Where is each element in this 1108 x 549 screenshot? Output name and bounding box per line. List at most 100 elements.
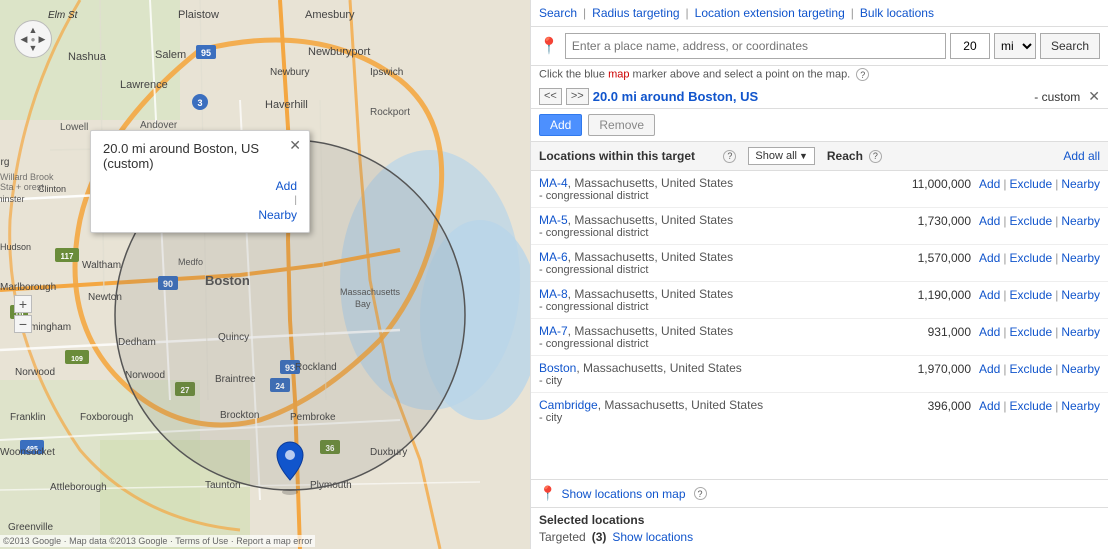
location-sub-2: - congressional district (539, 264, 899, 276)
map-nav-control[interactable]: ▲ ◀ ● ▶ ▼ (14, 20, 52, 58)
map-container[interactable]: 95 90 93 3 117 27 24 495 16 109 36 Elm S… (0, 0, 530, 549)
remove-location-button[interactable]: Remove (588, 114, 655, 136)
result-bar: << >> 20.0 mi around Boston, US - custom… (531, 85, 1108, 109)
zoom-out-button[interactable]: − (14, 315, 32, 333)
location-name-link-0[interactable]: MA-4 (539, 176, 568, 190)
svg-text:Nashua: Nashua (68, 51, 107, 63)
location-action-nearby-3[interactable]: Nearby (1061, 288, 1100, 302)
location-name-link-1[interactable]: MA-5 (539, 213, 568, 227)
popup-title: 20.0 mi around Boston, US (custom) (103, 141, 281, 171)
location-row-3: MA-8, Massachusetts, United States- cong… (531, 282, 1108, 319)
reach-help-icon[interactable]: ? (869, 150, 882, 163)
location-action-add-2[interactable]: Add (979, 251, 1000, 265)
location-sub-4: - congressional district (539, 338, 899, 350)
location-name-link-2[interactable]: MA-6 (539, 250, 568, 264)
show-locations-small-link[interactable]: Show locations (612, 530, 693, 544)
location-action-add-3[interactable]: Add (979, 288, 1000, 302)
location-name-rest-1: , Massachusetts, United States (568, 213, 733, 227)
location-sub-0: - congressional district (539, 190, 899, 202)
location-row-0: MA-4, Massachusetts, United States- cong… (531, 171, 1108, 208)
popup-close-button[interactable]: ✕ (289, 137, 301, 154)
location-search-input[interactable] (565, 33, 946, 59)
location-name-link-4[interactable]: MA-7 (539, 324, 568, 338)
tab-radius-targeting[interactable]: Radius targeting (592, 6, 679, 20)
location-action-exclude-1[interactable]: Exclude (1009, 214, 1052, 228)
svg-text:109: 109 (71, 356, 83, 363)
svg-text:Woonsocket: Woonsocket (0, 447, 55, 458)
location-info-1: MA-5, Massachusetts, United States- cong… (539, 213, 899, 239)
location-reach-6: 396,000 (899, 398, 979, 413)
location-action-exclude-4[interactable]: Exclude (1009, 325, 1052, 339)
location-actions-2: Add|Exclude|Nearby (979, 250, 1100, 265)
location-action-add-6[interactable]: Add (979, 399, 1000, 413)
unit-select[interactable]: mi km (994, 33, 1036, 59)
location-action-nearby-0[interactable]: Nearby (1061, 177, 1100, 191)
tab-bulk-locations[interactable]: Bulk locations (860, 6, 934, 20)
show-locations-on-map-link[interactable]: Show locations on map (561, 487, 685, 501)
result-title: 20.0 mi around Boston, US (593, 89, 1031, 104)
svg-text:Lowell: Lowell (60, 122, 88, 133)
map-pin-icon: 📍 (539, 36, 559, 56)
location-sub-3: - congressional district (539, 301, 899, 313)
svg-text:Waltham: Waltham (82, 260, 121, 271)
location-action-nearby-6[interactable]: Nearby (1061, 399, 1100, 413)
popup-nearby-link[interactable]: Nearby (258, 208, 297, 222)
location-reach-1: 1,730,000 (899, 213, 979, 228)
locations-list: MA-4, Massachusetts, United States- cong… (531, 171, 1108, 480)
location-action-exclude-0[interactable]: Exclude (1009, 177, 1052, 191)
location-name-link-5[interactable]: Boston (539, 361, 576, 375)
location-sub-1: - congressional district (539, 227, 899, 239)
locations-help-icon[interactable]: ? (723, 150, 736, 163)
search-button[interactable]: Search (1040, 33, 1100, 59)
location-action-add-4[interactable]: Add (979, 325, 1000, 339)
location-name-link-6[interactable]: Cambridge (539, 398, 598, 412)
location-action-nearby-1[interactable]: Nearby (1061, 214, 1100, 228)
zoom-in-button[interactable]: + (14, 295, 32, 313)
svg-text:Attleborough: Attleborough (50, 482, 107, 493)
location-action-exclude-2[interactable]: Exclude (1009, 251, 1052, 265)
location-name-link-3[interactable]: MA-8 (539, 287, 568, 301)
tab-search[interactable]: Search (539, 6, 577, 20)
location-reach-4: 931,000 (899, 324, 979, 339)
svg-text:Newbury: Newbury (270, 67, 309, 78)
map-copyright: ©2013 Google · Map data ©2013 Google · T… (0, 535, 315, 547)
location-actions-4: Add|Exclude|Nearby (979, 324, 1100, 339)
location-action-add-5[interactable]: Add (979, 362, 1000, 376)
svg-text:95: 95 (201, 48, 211, 58)
show-all-button[interactable]: Show all ▼ (748, 147, 815, 165)
svg-text:Rockport: Rockport (370, 107, 410, 118)
targeted-count: (3) (592, 530, 607, 544)
popup-separator: | (294, 195, 297, 206)
svg-text:Amesbury: Amesbury (305, 9, 355, 21)
location-row-2: MA-6, Massachusetts, United States- cong… (531, 245, 1108, 282)
location-actions-6: Add|Exclude|Nearby (979, 398, 1100, 413)
svg-text:urg: urg (0, 157, 9, 168)
locations-header-title: Locations within this target (539, 149, 720, 163)
radius-input[interactable] (950, 33, 990, 59)
location-action-add-1[interactable]: Add (979, 214, 1000, 228)
location-row-5: Boston, Massachusetts, United States- ci… (531, 356, 1108, 393)
location-info-0: MA-4, Massachusetts, United States- cong… (539, 176, 899, 202)
location-action-exclude-5[interactable]: Exclude (1009, 362, 1052, 376)
popup-add-link[interactable]: Add (276, 179, 297, 193)
location-action-add-0[interactable]: Add (979, 177, 1000, 191)
add-location-button[interactable]: Add (539, 114, 582, 136)
reach-header-label: Reach (827, 149, 863, 163)
add-all-link[interactable]: Add all (1063, 149, 1100, 163)
location-row-6: Cambridge, Massachusetts, United States-… (531, 393, 1108, 429)
tab-location-extension[interactable]: Location extension targeting (695, 6, 845, 20)
location-action-nearby-2[interactable]: Nearby (1061, 251, 1100, 265)
hint-help-icon[interactable]: ? (856, 68, 869, 81)
svg-text:Sta + orest: Sta + orest (0, 182, 44, 192)
location-action-nearby-5[interactable]: Nearby (1061, 362, 1100, 376)
show-locations-help-icon[interactable]: ? (694, 487, 707, 500)
result-prev-button[interactable]: << (539, 88, 562, 105)
location-info-2: MA-6, Massachusetts, United States- cong… (539, 250, 899, 276)
location-action-exclude-6[interactable]: Exclude (1009, 399, 1052, 413)
location-actions-5: Add|Exclude|Nearby (979, 361, 1100, 376)
tab-navigation: Search | Radius targeting | Location ext… (531, 0, 1108, 27)
result-close-button[interactable]: ✕ (1088, 88, 1100, 105)
result-next-button[interactable]: >> (566, 88, 589, 105)
location-action-exclude-3[interactable]: Exclude (1009, 288, 1052, 302)
location-action-nearby-4[interactable]: Nearby (1061, 325, 1100, 339)
